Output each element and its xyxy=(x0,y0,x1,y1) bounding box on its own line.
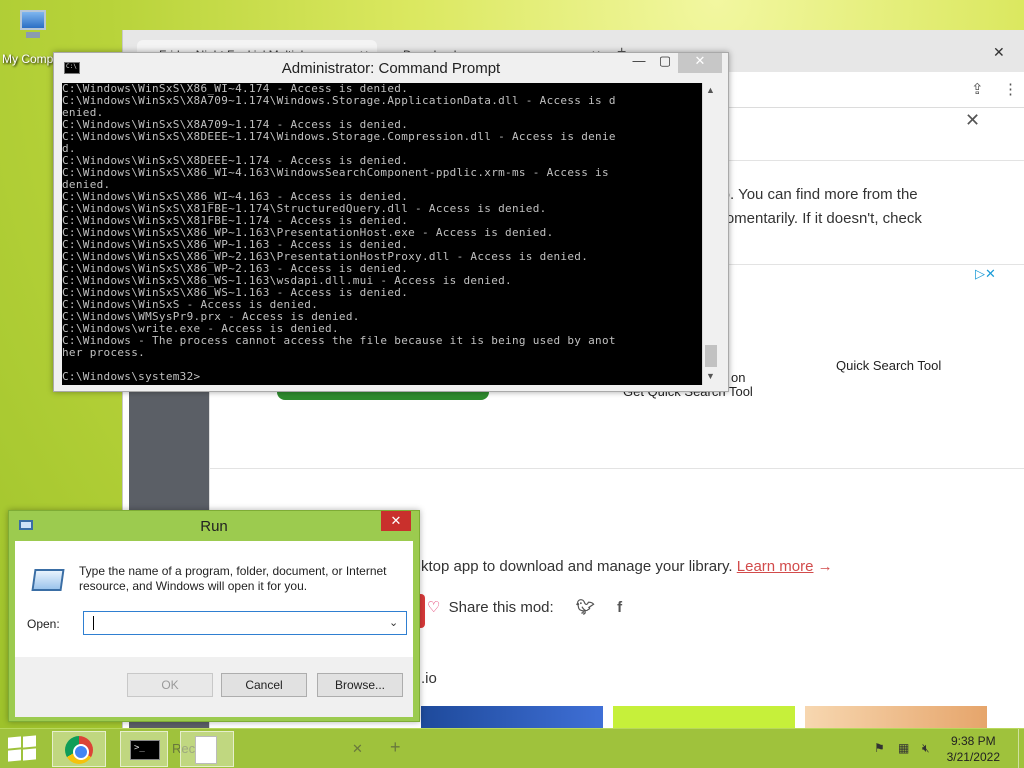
mod-thumbnail[interactable] xyxy=(805,706,987,728)
ad-text: on xyxy=(731,370,746,385)
start-button[interactable] xyxy=(8,735,38,762)
mod-thumbnail[interactable] xyxy=(613,706,795,728)
desktop-app-text: ktop app to download and manage your lib… xyxy=(421,558,833,575)
share-row: ♡ Share this mod: 🐦︎ f xyxy=(427,598,622,616)
maximize-button[interactable]: ▢ xyxy=(650,53,680,73)
ad-title[interactable]: Quick Search Tool xyxy=(836,358,941,373)
scroll-up-icon[interactable]: ▲ xyxy=(706,85,715,95)
cmd-output-line: her process. xyxy=(62,346,146,359)
heart-icon[interactable]: ♡ xyxy=(427,599,440,616)
scroll-down-icon[interactable]: ▼ xyxy=(706,371,715,381)
cancel-button[interactable]: Cancel xyxy=(221,673,307,697)
flag-icon[interactable]: ⚑ xyxy=(874,741,885,755)
share-icon[interactable]: ⇪ xyxy=(971,80,984,98)
computer-icon xyxy=(12,8,52,42)
close-icon[interactable]: ✕ xyxy=(993,44,1005,61)
cmd-output-line: C:\Windows\WinSxS\X86_WI~4.163\WindowsSe… xyxy=(62,166,609,179)
clock-date: 3/21/2022 xyxy=(946,750,1000,764)
taskbar-document[interactable] xyxy=(180,731,234,767)
cmd-output-line: C:\Windows\system32> xyxy=(62,370,201,383)
page-text: ario. You can find more from the xyxy=(705,186,918,203)
share-label: Share this mod: xyxy=(448,599,554,616)
run-dialog-body: Type the name of a program, folder, docu… xyxy=(15,541,413,657)
close-icon[interactable]: ✕ xyxy=(965,110,980,131)
cmd-output-line: C:\Windows\WinSxS\X8DEEE~1.174\Windows.S… xyxy=(62,130,616,143)
twitter-icon[interactable]: 🐦︎ xyxy=(576,599,595,616)
open-label: Open: xyxy=(27,617,60,631)
taskbar-chrome[interactable] xyxy=(52,731,106,767)
ok-button[interactable]: OK xyxy=(127,673,213,697)
browse-button[interactable]: Browse... xyxy=(317,673,403,697)
clock-time: 9:38 PM xyxy=(950,734,996,748)
network-icon[interactable]: ▦ xyxy=(898,741,909,755)
learn-more-link[interactable]: Learn more xyxy=(737,558,814,575)
taskbar: Rec ✕ + ⚑ ▦ 🔇︎ 9:38 PM 3/21/2022 xyxy=(0,728,1024,768)
cmd-icon xyxy=(130,740,160,760)
cmd-output-line: C:\Windows\WinSxS\X8A709~1.174\Windows.S… xyxy=(62,94,616,107)
scroll-thumb[interactable] xyxy=(705,345,717,367)
open-input[interactable] xyxy=(83,611,407,635)
divider xyxy=(209,468,1024,469)
show-desktop-button[interactable] xyxy=(1018,729,1024,768)
close-button[interactable]: ✕ xyxy=(381,511,411,531)
mod-thumbnail[interactable] xyxy=(421,706,603,728)
command-prompt-window[interactable]: Administrator: Command Prompt — ▢ ✕ C:\W… xyxy=(53,52,729,392)
cmd-title-bar[interactable]: Administrator: Command Prompt — ▢ ✕ xyxy=(54,53,728,83)
run-dialog[interactable]: Run ✕ Type the name of a program, folder… xyxy=(8,510,420,722)
cmd-output-line: C:\Windows - The process cannot access t… xyxy=(62,334,616,347)
document-icon xyxy=(195,736,217,764)
system-clock[interactable]: 9:38 PM 3/21/2022 xyxy=(947,733,1000,765)
close-icon: ✕ xyxy=(352,741,363,756)
close-button[interactable]: ✕ xyxy=(678,53,722,73)
page-text: t momentarily. If it doesn't, check xyxy=(705,210,922,227)
run-title-bar[interactable]: Run ✕ xyxy=(9,511,419,541)
run-program-icon xyxy=(31,569,65,591)
run-dialog-buttons: OK Cancel Browse... xyxy=(15,657,413,717)
facebook-icon[interactable]: f xyxy=(617,599,622,616)
menu-icon[interactable]: ⋮ xyxy=(1003,80,1018,98)
run-dialog-title: Run xyxy=(200,518,228,535)
arrow-right-icon: → xyxy=(817,558,833,575)
section-heading: .io xyxy=(421,670,437,687)
desktop: My Comp Friday Night Funkin' Multiplay ✕… xyxy=(0,0,1024,768)
taskbar-command-prompt[interactable] xyxy=(120,731,168,767)
ad-choices-icon[interactable]: ▷✕ xyxy=(975,266,996,282)
chevron-down-icon[interactable]: ⌄ xyxy=(389,616,398,629)
new-tab-icon: + xyxy=(390,737,401,757)
volume-icon[interactable]: 🔇︎ xyxy=(922,741,930,756)
text-caret xyxy=(93,616,94,630)
cmd-scrollbar[interactable]: ▲ ▼ xyxy=(702,83,719,385)
run-description: Type the name of a program, folder, docu… xyxy=(79,564,387,593)
chrome-icon xyxy=(65,736,93,764)
cmd-console-output[interactable]: C:\Windows\WinSxS\X86_WI~4.174 - Access … xyxy=(62,83,702,385)
